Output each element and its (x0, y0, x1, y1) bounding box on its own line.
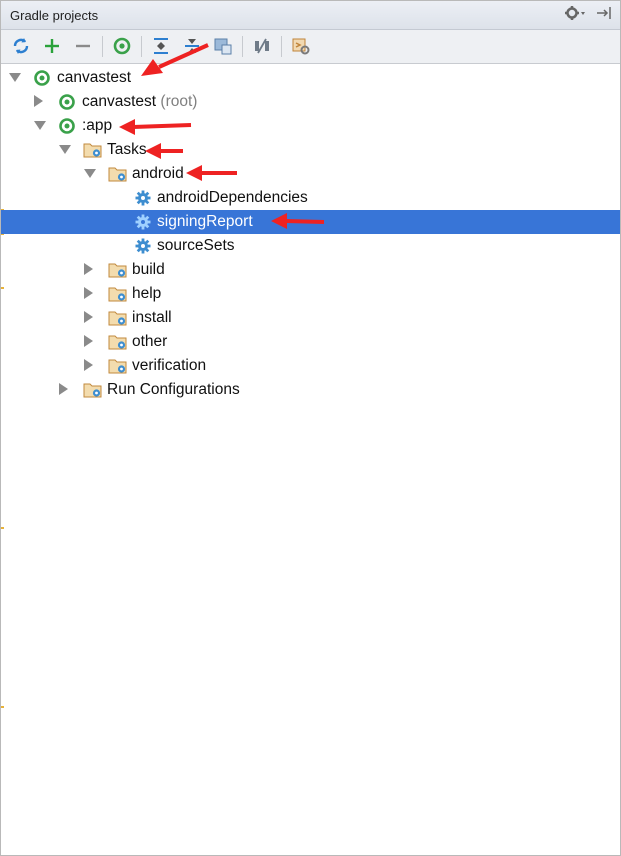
hide-panel-icon[interactable] (596, 5, 612, 26)
expand-toggle[interactable] (84, 287, 96, 299)
tree-node-task[interactable]: androidDependencies (1, 186, 620, 210)
node-label: androidDependencies (157, 189, 308, 206)
node-label: install (132, 309, 172, 326)
gradle-panel: Gradle projects canvastest canvastest (r… (0, 0, 621, 856)
node-label: canvastest (82, 93, 157, 110)
collapse-all-icon[interactable] (181, 35, 203, 57)
gutter-marker (1, 527, 4, 529)
task-folder-icon (108, 165, 127, 183)
toggle-offline-icon[interactable] (251, 35, 273, 57)
toolbar-divider (141, 36, 142, 57)
expand-toggle[interactable] (84, 359, 96, 371)
tree-node-group-build[interactable]: build (1, 258, 620, 282)
task-folder-icon (83, 381, 102, 399)
tree-node-run-configurations[interactable]: Run Configurations (1, 378, 620, 402)
task-folder-icon (108, 285, 127, 303)
node-label: verification (132, 357, 207, 374)
tree-node-android[interactable]: android (1, 162, 620, 186)
gear-icon (134, 189, 152, 207)
panel-header: Gradle projects (1, 1, 620, 30)
tree-node-group-install[interactable]: install (1, 306, 620, 330)
task-folder-icon (108, 261, 127, 279)
attach-project-icon[interactable] (212, 35, 234, 57)
toolbar-divider (102, 36, 103, 57)
tree-node-tasks[interactable]: Tasks (1, 138, 620, 162)
remove-icon[interactable] (72, 35, 94, 57)
expand-toggle[interactable] (84, 311, 96, 323)
tree-node-canvastest-root[interactable]: canvastest (root) (1, 90, 620, 114)
tree-node-group-other[interactable]: other (1, 330, 620, 354)
node-label: help (132, 285, 162, 302)
node-label: android (132, 165, 184, 182)
gradle-module-icon (58, 117, 76, 135)
node-label: :app (82, 117, 113, 134)
task-folder-icon (108, 309, 127, 327)
panel-title: Gradle projects (10, 8, 99, 23)
execute-gradle-task-icon[interactable] (111, 35, 133, 57)
node-label: sourceSets (157, 237, 235, 254)
tree-node-canvastest[interactable]: canvastest (1, 66, 620, 90)
gradle-toolbar (1, 30, 620, 64)
node-suffix: (root) (160, 93, 198, 110)
gradle-project-icon (33, 69, 51, 87)
node-label: canvastest (57, 69, 132, 86)
gradle-module-icon (58, 93, 76, 111)
node-label: build (132, 261, 165, 278)
node-label: other (132, 333, 168, 350)
expand-toggle[interactable] (84, 335, 96, 347)
gear-icon (134, 237, 152, 255)
expand-toggle[interactable] (84, 263, 96, 275)
tree-node-group-help[interactable]: help (1, 282, 620, 306)
task-folder-icon (108, 357, 127, 375)
add-icon[interactable] (41, 35, 63, 57)
refresh-icon[interactable] (10, 35, 32, 57)
expand-toggle[interactable] (59, 383, 71, 395)
node-label: Tasks (107, 141, 147, 158)
expand-all-icon[interactable] (150, 35, 172, 57)
settings-gear-icon[interactable] (564, 5, 586, 26)
expand-toggle[interactable] (34, 95, 46, 107)
node-label: Run Configurations (107, 381, 240, 398)
expand-toggle[interactable] (59, 143, 71, 155)
expand-toggle[interactable] (34, 119, 46, 131)
gear-icon (134, 213, 152, 231)
task-folder-icon (83, 141, 102, 159)
tree-node-group-verification[interactable]: verification (1, 354, 620, 378)
tree-node-app[interactable]: :app (1, 114, 620, 138)
task-folder-icon (108, 333, 127, 351)
node-label: signingReport (157, 213, 253, 230)
tree-node-task-selected[interactable]: signingReport (1, 210, 620, 234)
toolbar-divider (281, 36, 282, 57)
expand-toggle[interactable] (9, 71, 21, 83)
expand-toggle[interactable] (84, 167, 96, 179)
gradle-settings-icon[interactable] (290, 35, 312, 57)
gutter-marker (1, 706, 4, 708)
toolbar-divider (242, 36, 243, 57)
tree-node-task[interactable]: sourceSets (1, 234, 620, 258)
